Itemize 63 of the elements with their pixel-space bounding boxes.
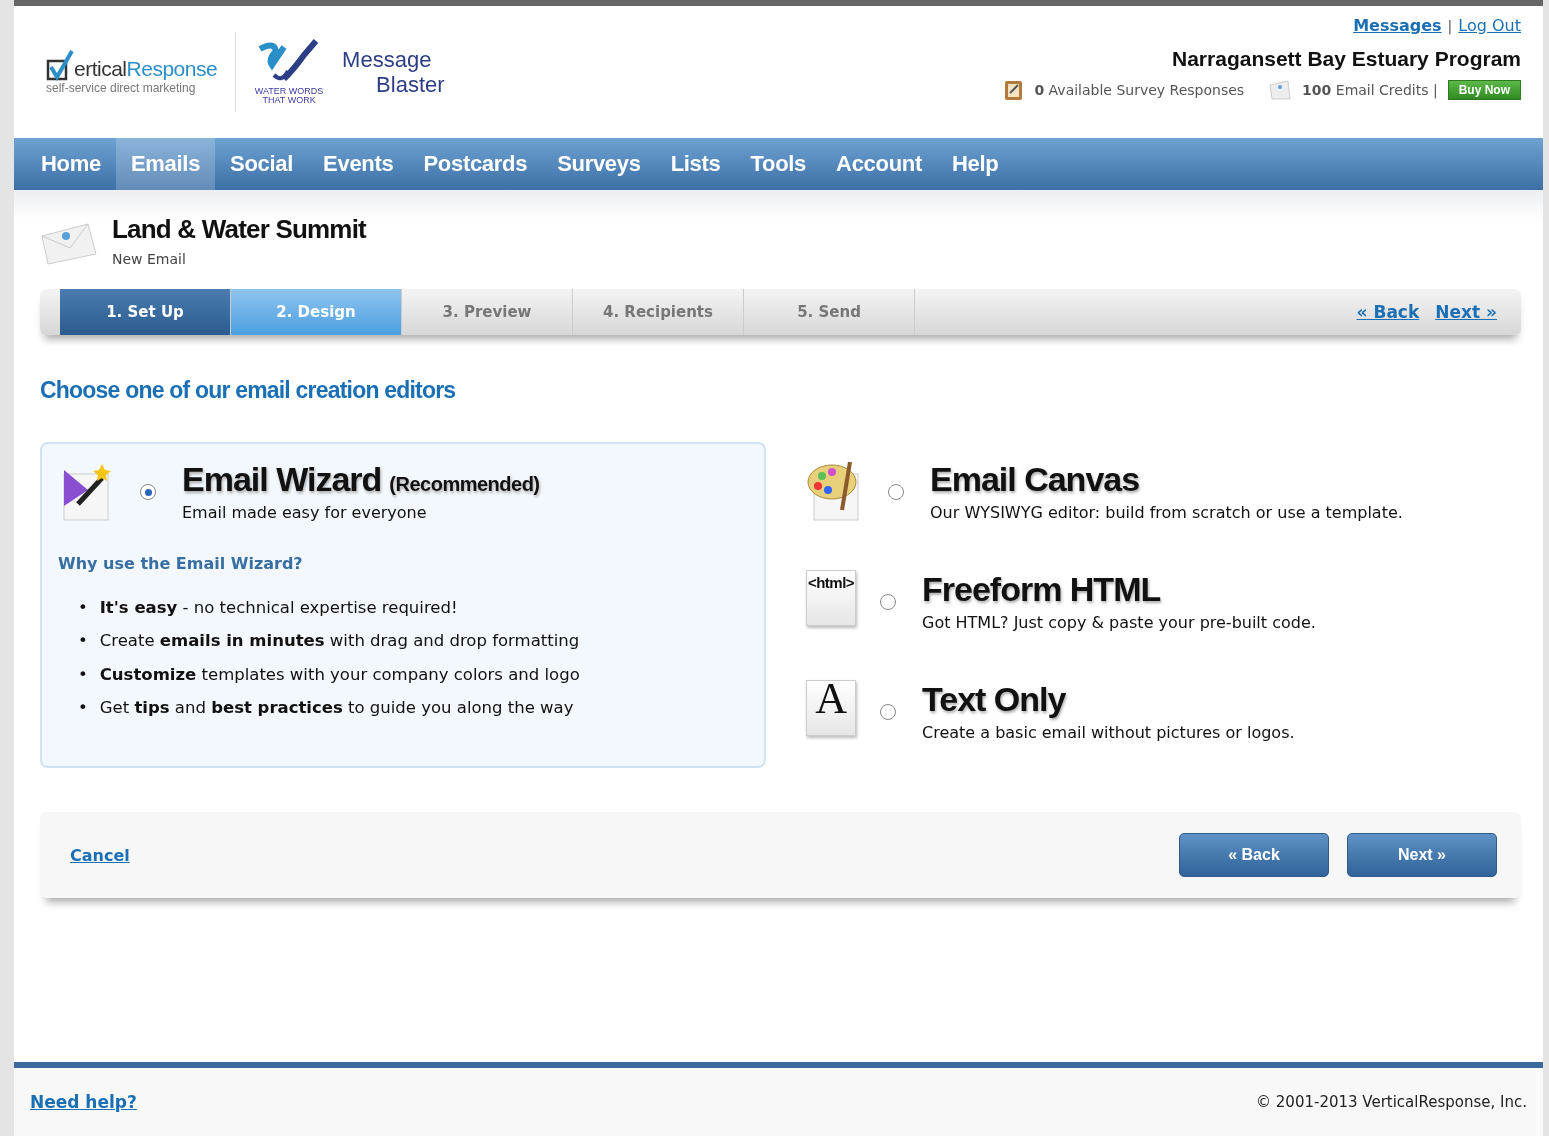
logo-text: erticalResponse: [74, 57, 218, 81]
step-link[interactable]: Next »: [1435, 302, 1497, 322]
radio-button[interactable]: [140, 484, 156, 500]
envelope-icon: [40, 222, 98, 266]
radio-button[interactable]: [880, 594, 896, 610]
header-link[interactable]: Messages: [1353, 16, 1442, 35]
product-name: Message Blaster: [342, 46, 445, 98]
nav-tab[interactable]: Surveys: [542, 138, 656, 190]
nav-tab[interactable]: Emails: [115, 138, 216, 190]
credits-count: 100 Email Credits |: [1302, 82, 1438, 98]
nav-tab[interactable]: Postcards: [408, 138, 543, 190]
benefit-item: Create emails in minutes with drag and drop formatting: [99, 630, 580, 652]
bullet: •: [78, 597, 88, 619]
back-button[interactable]: « Back: [1179, 833, 1329, 877]
editor-description: Our WYSIWYG editor: build from scratch or use a template.: [930, 503, 1403, 522]
wizard-step: 5. Send: [744, 289, 915, 335]
wizard-step: 1. Set Up: [60, 289, 231, 335]
copyright: © 2001-2013 VerticalResponse, Inc.: [1256, 1093, 1527, 1111]
page-title: Land & Water Summit: [112, 214, 366, 245]
editor-title: Text Only: [922, 680, 1067, 719]
cancel-link[interactable]: Cancel: [70, 845, 130, 865]
step-link[interactable]: « Back: [1356, 302, 1420, 322]
editor-title: Email Wizard (Recommended): [182, 460, 540, 499]
bullet: •: [78, 630, 88, 652]
organization-name: Narragansett Bay Estuary Program: [1172, 47, 1521, 71]
checkbox-icon: [46, 49, 74, 81]
header-link[interactable]: Log Out: [1458, 16, 1521, 35]
editor-title: Freeform HTML: [922, 570, 1162, 609]
page-subtitle: New Email: [112, 251, 187, 267]
section-heading: Choose one of our email creation editors: [40, 377, 457, 404]
nav-tab[interactable]: Account: [821, 138, 937, 190]
nav-tab[interactable]: Home: [26, 138, 116, 190]
editor-description: Create a basic email without pictures or logos.: [922, 723, 1295, 742]
editor-description: Got HTML? Just copy & paste your pre-built code.: [922, 613, 1316, 632]
bullet: •: [78, 663, 88, 686]
nav-tab[interactable]: Events: [308, 138, 409, 190]
clipboard-icon: [1004, 79, 1025, 101]
why-heading: Why use the Email Wizard?: [58, 554, 304, 573]
next-button[interactable]: Next »: [1347, 833, 1497, 877]
benefit-item: Customize templates with your company colors and logo: [99, 663, 580, 686]
text-document-icon: A: [806, 680, 856, 736]
partner-logo-text: WATER WORDS THAT WORK: [254, 87, 324, 105]
nav-tab[interactable]: Social: [215, 138, 309, 190]
editor-title: Email Canvas: [930, 460, 1141, 499]
logo-tagline: self-service direct marketing: [46, 81, 197, 95]
bullet: •: [78, 697, 88, 719]
envelope-icon: [1268, 79, 1293, 101]
survey-count: 0 Available Survey Responses: [1034, 82, 1245, 98]
nav-tab[interactable]: Help: [936, 138, 1014, 190]
editor-description: Email made easy for everyone: [182, 503, 428, 522]
wizard-step: 4. Recipients: [573, 289, 744, 335]
help-link[interactable]: Need help?: [30, 1092, 137, 1112]
link-separator: |: [1447, 17, 1453, 34]
benefit-item: Get tips and best practices to guide you along the way: [99, 697, 574, 719]
nav-tab[interactable]: Lists: [655, 138, 736, 190]
nav-tab[interactable]: Tools: [735, 138, 822, 190]
benefit-item: It's easy - no technical expertise required!: [99, 597, 458, 619]
buy-now-button[interactable]: Buy Now: [1447, 80, 1521, 100]
radio-button[interactable]: [888, 484, 904, 500]
wizard-step: 3. Preview: [402, 289, 573, 335]
radio-button[interactable]: [880, 704, 896, 720]
html-document-icon: <html>: [806, 570, 856, 626]
wizard-step: 2. Design: [231, 289, 402, 335]
